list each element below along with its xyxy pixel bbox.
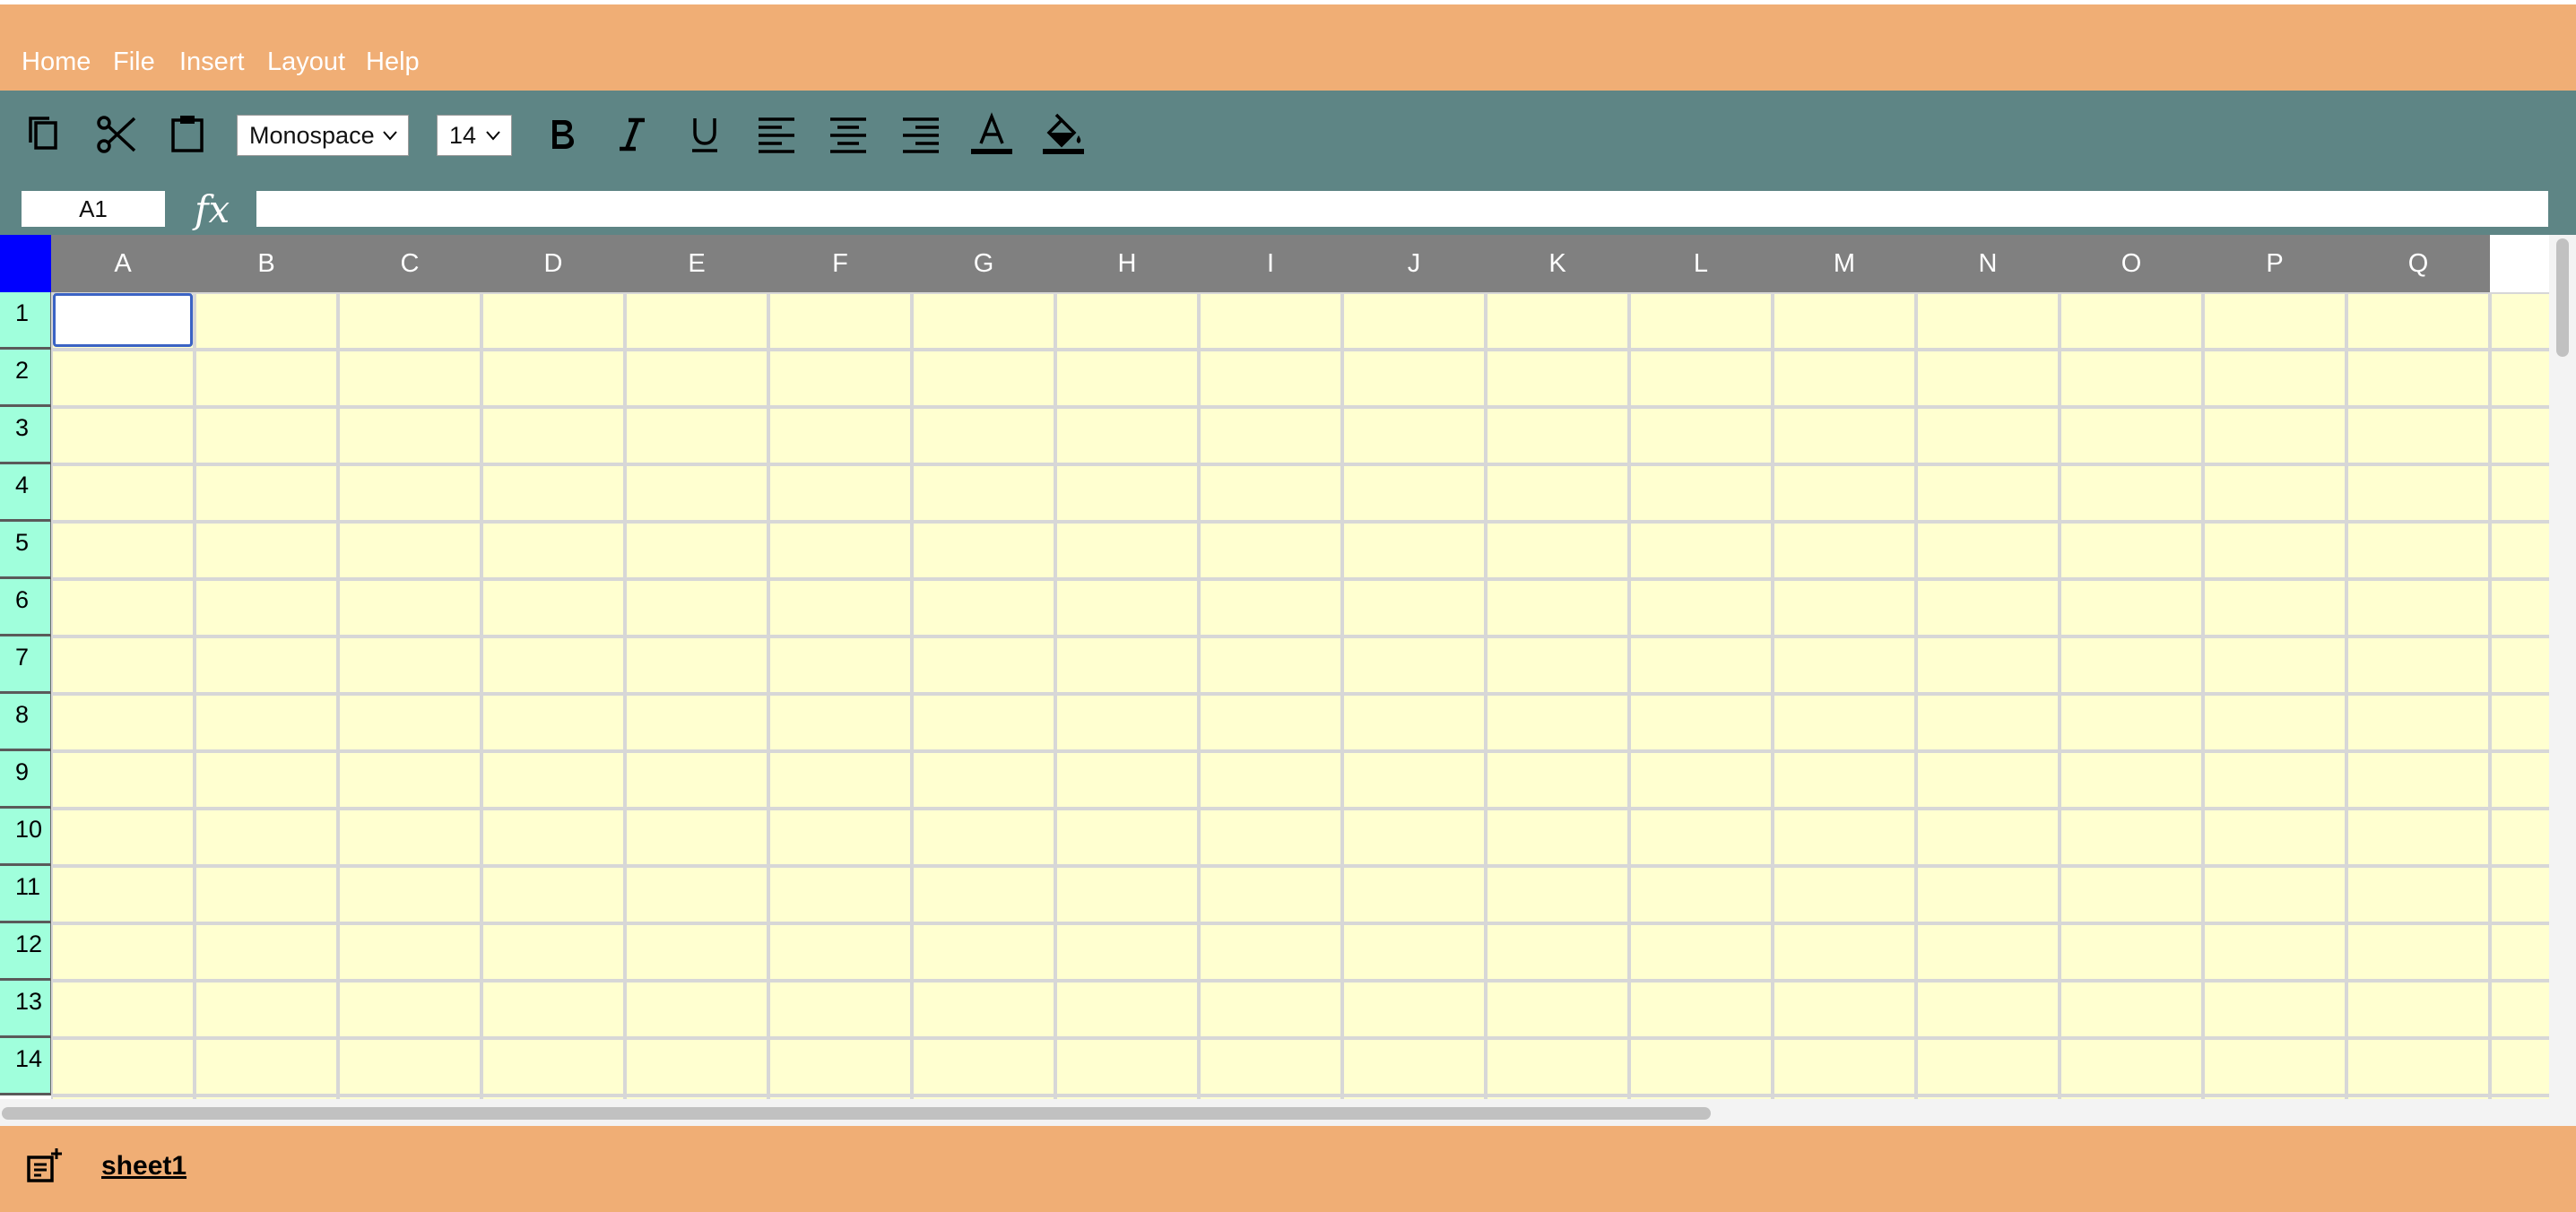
paste-icon[interactable] [164,111,211,158]
column-header[interactable]: F [768,235,912,292]
row-header[interactable]: 10 [0,809,51,866]
row-header[interactable]: 8 [0,694,51,751]
underline-icon[interactable] [681,111,728,158]
toolbar: Monospace 14 [0,91,2576,187]
cell-reference-box[interactable] [22,191,165,227]
align-center-icon[interactable] [825,111,872,158]
select-all-corner[interactable] [0,235,51,292]
menu-home[interactable]: Home [22,48,91,77]
align-right-icon[interactable] [898,111,944,158]
formula-bar: fx [0,187,2576,235]
column-header[interactable]: C [338,235,481,292]
row-header[interactable]: 1 [0,292,51,350]
add-sheet-icon[interactable] [25,1147,65,1186]
column-header[interactable]: L [1629,235,1773,292]
column-header[interactable]: M [1773,235,1916,292]
cell-area[interactable] [51,292,2549,1099]
copy-icon[interactable] [21,111,67,158]
font-size-select[interactable]: 14 [437,115,512,156]
row-header[interactable]: 9 [0,751,51,809]
menu-file[interactable]: File [113,48,155,77]
sheet-tab-sheet1[interactable]: sheet1 [101,1151,186,1182]
column-header[interactable]: J [1342,235,1486,292]
bold-icon[interactable] [538,111,585,158]
menu-layout[interactable]: Layout [267,48,345,77]
column-header[interactable]: I [1199,235,1342,292]
column-header[interactable]: E [625,235,768,292]
column-header[interactable]: N [1916,235,2060,292]
row-header[interactable]: 13 [0,981,51,1038]
row-header[interactable]: 4 [0,464,51,522]
row-header[interactable]: 12 [0,923,51,981]
menu-bar: Home File Insert Layout Help [0,4,2576,91]
cut-icon[interactable] [93,111,140,158]
font-size-value: 14 [449,122,477,149]
row-header[interactable]: 7 [0,636,51,694]
row-header[interactable]: 2 [0,350,51,407]
formula-input[interactable] [256,191,2548,227]
row-header[interactable]: 6 [0,579,51,636]
row-header[interactable]: 11 [0,866,51,923]
column-header[interactable]: H [1055,235,1199,292]
column-header[interactable]: P [2203,235,2346,292]
vertical-scrollbar[interactable] [2549,235,2576,1126]
font-family-value: Monospace [249,122,375,149]
align-left-icon[interactable] [753,111,800,158]
column-header[interactable]: G [912,235,1055,292]
italic-icon[interactable] [609,111,655,158]
row-header[interactable]: 14 [0,1038,51,1095]
horizontal-scrollbar-thumb[interactable] [2,1107,1711,1120]
fill-color-icon[interactable] [1040,111,1087,158]
menu-help[interactable]: Help [366,48,420,77]
column-header[interactable]: B [195,235,338,292]
column-header[interactable]: Q [2346,235,2490,292]
fx-label: fx [195,187,230,231]
spreadsheet-grid: A B C D E F G H I J K L M N O P Q 1 2 3 4 5 6 7 8 9 10 11 12 13 14 [0,235,2549,1099]
column-header[interactable]: O [2060,235,2203,292]
text-color-icon[interactable] [968,111,1015,158]
selected-cell-a1[interactable] [53,293,193,347]
menu-insert[interactable]: Insert [179,48,245,77]
column-header[interactable]: A [51,235,195,292]
vertical-scrollbar-thumb[interactable] [2556,238,2569,357]
row-header[interactable]: 3 [0,407,51,464]
column-header[interactable]: K [1486,235,1629,292]
chevron-down-icon [383,131,397,141]
sheet-tabs-bar: sheet1 [0,1126,2576,1212]
chevron-down-icon [486,131,500,141]
row-header[interactable]: 5 [0,522,51,579]
font-family-select[interactable]: Monospace [237,115,409,156]
column-header[interactable]: D [481,235,625,292]
